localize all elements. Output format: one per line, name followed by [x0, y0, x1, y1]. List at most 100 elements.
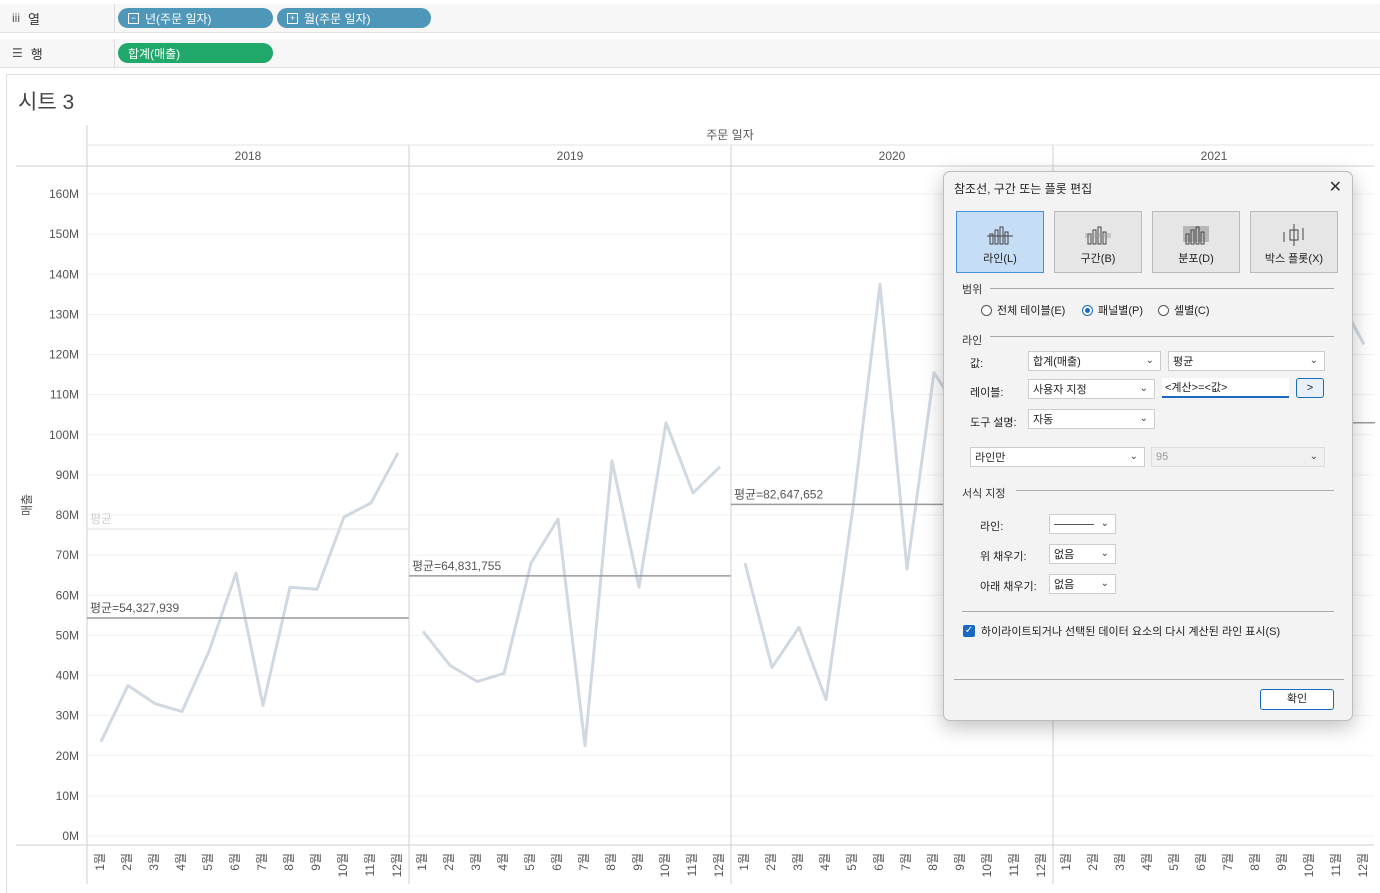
- sales-line: [99, 452, 400, 743]
- fill-above-dropdown[interactable]: 없음 ⌄: [1049, 544, 1116, 564]
- reference-line-dialog[interactable]: 참조선, 구간 또는 플롯 편집 ✕ 라인(L) 구간(B) 분포(D) 박스 …: [943, 171, 1353, 721]
- year-header: 2019: [557, 149, 584, 163]
- x-tick-label: 7월: [899, 853, 913, 871]
- x-tick-label: 3월: [791, 853, 805, 871]
- fill-above-label: 위 채우기:: [980, 551, 1027, 563]
- label-text-input[interactable]: <계산>=<값>: [1162, 378, 1289, 398]
- scope-table-radio[interactable]: 전체 테이블(E): [981, 302, 1065, 318]
- x-tick-label: 10월: [336, 853, 350, 877]
- type-line-button[interactable]: 라인(L): [956, 211, 1044, 273]
- aggregation-dropdown[interactable]: 평균 ⌄: [1168, 351, 1325, 371]
- ok-button[interactable]: 확인: [1260, 689, 1334, 710]
- recalc-checkbox[interactable]: ✓ 하이라이트되거나 선택된 데이터 요소의 다시 계산된 라인 표시(S): [963, 623, 1280, 639]
- x-tick-label: 11월: [363, 853, 377, 877]
- average-label: 평균=82,647,652: [734, 487, 823, 501]
- y-tick-label: 120M: [49, 348, 79, 362]
- x-tick-label: 6월: [550, 853, 564, 871]
- fill-below-dropdown[interactable]: 없음 ⌄: [1049, 574, 1116, 594]
- x-tick-label: 1월: [415, 853, 429, 871]
- value-label: 값:: [970, 358, 984, 370]
- format-section-title: 서식 지정: [962, 488, 1006, 500]
- x-tick-label: 10월: [1302, 853, 1316, 877]
- y-tick-label: 20M: [56, 749, 79, 763]
- close-icon[interactable]: ✕: [1329, 177, 1342, 197]
- divider: [1016, 490, 1334, 491]
- x-tick-label: 12월: [712, 853, 726, 877]
- x-tick-label: 4월: [174, 853, 188, 871]
- scope-pane-radio[interactable]: 패널별(P): [1082, 302, 1143, 318]
- dialog-title: 참조선, 구간 또는 플롯 편집: [954, 182, 1093, 196]
- x-tick-label: 6월: [228, 853, 242, 871]
- chevron-down-icon: ⌄: [1139, 413, 1148, 424]
- x-tick-label: 2월: [1086, 853, 1100, 871]
- chevron-down-icon: ⌄: [1139, 383, 1148, 394]
- y-tick-label: 110M: [50, 388, 79, 402]
- line-section-title: 라인: [962, 335, 983, 347]
- x-tick-label: 8월: [604, 853, 618, 871]
- insert-field-button[interactable]: >: [1296, 378, 1324, 398]
- x-tick-label: 11월: [1007, 853, 1021, 877]
- type-distribution-button[interactable]: 분포(D): [1152, 211, 1240, 273]
- x-tick-label: 9월: [309, 853, 323, 871]
- label-label: 레이블:: [970, 387, 1004, 399]
- y-tick-label: 90M: [56, 468, 79, 482]
- line-style-dropdown[interactable]: ⌄: [1049, 514, 1116, 534]
- year-header: 2018: [235, 149, 262, 163]
- x-tick-label: 2월: [442, 853, 456, 871]
- chevron-down-icon: ⌄: [1100, 518, 1109, 529]
- x-tick-label: 6월: [872, 853, 886, 871]
- x-tick-label: 12월: [390, 853, 404, 877]
- x-tick-label: 7월: [577, 853, 591, 871]
- boxplot-type-icon: [1283, 224, 1304, 246]
- chevron-down-icon: ⌄: [1100, 548, 1109, 559]
- line-type-icon: [987, 226, 1013, 245]
- x-tick-label: 2월: [120, 853, 134, 871]
- tooltip-dropdown[interactable]: 자동 ⌄: [1028, 409, 1155, 429]
- y-tick-label: 40M: [56, 669, 79, 683]
- average-label: 평균=64,831,755: [412, 559, 501, 573]
- y-tick-label: 50M: [56, 628, 79, 642]
- line-mode-dropdown[interactable]: 라인만 ⌄: [970, 447, 1145, 467]
- x-tick-label: 5월: [523, 853, 537, 871]
- x-tick-label: 11월: [1329, 853, 1343, 877]
- band-type-icon: [1085, 226, 1111, 245]
- y-tick-label: 150M: [49, 227, 79, 241]
- type-band-button[interactable]: 구간(B): [1054, 211, 1142, 273]
- x-tick-label: 1월: [93, 853, 107, 871]
- x-tick-label: 7월: [1221, 853, 1235, 871]
- x-tick-label: 3월: [469, 853, 483, 871]
- x-tick-label: 8월: [1248, 853, 1262, 871]
- label-mode-dropdown[interactable]: 사용자 지정 ⌄: [1028, 379, 1155, 399]
- y-tick-label: 100M: [49, 428, 79, 442]
- chevron-down-icon: ⌄: [1100, 578, 1109, 589]
- x-tick-label: 8월: [282, 853, 296, 871]
- x-tick-label: 5월: [845, 853, 859, 871]
- divider: [954, 679, 1344, 680]
- checkmark-icon: ✓: [963, 625, 975, 637]
- x-tick-label: 7월: [255, 853, 269, 871]
- x-tick-label: 1월: [737, 853, 751, 871]
- confidence-dropdown: 95 ⌄: [1151, 447, 1325, 467]
- divider: [962, 611, 1334, 612]
- x-tick-label: 10월: [980, 853, 994, 877]
- line-style-sample: [1054, 523, 1094, 525]
- x-tick-label: 5월: [201, 853, 215, 871]
- tooltip-label: 도구 설명:: [970, 417, 1017, 429]
- y-tick-label: 160M: [49, 187, 79, 201]
- x-tick-label: 3월: [147, 853, 161, 871]
- y-tick-label: 140M: [49, 267, 79, 281]
- x-tick-label: 1월: [1059, 853, 1073, 871]
- x-tick-label: 8월: [926, 853, 940, 871]
- scope-cell-radio[interactable]: 셀별(C): [1158, 302, 1210, 318]
- value-field-dropdown[interactable]: 합계(매출) ⌄: [1028, 351, 1161, 371]
- type-boxplot-button[interactable]: 박스 플롯(X): [1250, 211, 1338, 273]
- preview-label: 평균: [90, 512, 112, 526]
- column-header-title: 주문 일자: [706, 128, 754, 142]
- x-tick-label: 10월: [658, 853, 672, 877]
- x-tick-label: 9월: [1275, 853, 1289, 871]
- x-tick-label: 12월: [1356, 853, 1370, 877]
- chevron-down-icon: ⌄: [1309, 451, 1318, 462]
- x-tick-label: 3월: [1113, 853, 1127, 871]
- fill-below-label: 아래 채우기:: [980, 581, 1037, 593]
- y-tick-label: 10M: [56, 789, 79, 803]
